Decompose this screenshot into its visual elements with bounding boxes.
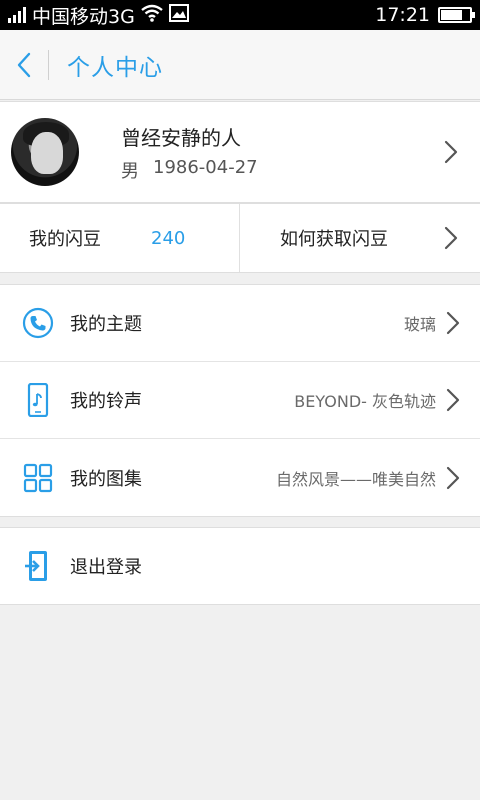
grid-icon <box>22 462 54 494</box>
menu-item-label: 我的图集 <box>70 468 142 490</box>
back-button[interactable] <box>0 30 48 100</box>
wifi-icon <box>141 4 163 27</box>
profile-birthday: 1986-04-27 <box>153 156 258 178</box>
menu-item-value: 玻璃 <box>403 315 436 334</box>
menu-item-label: 我的主题 <box>70 314 142 335</box>
beans-row: 我的闪豆 240 如何获取闪豆 <box>0 203 480 273</box>
carrier-label: 中国移动3G <box>32 5 135 28</box>
menu-item-ringtone[interactable]: 我的铃声 BEYOND- 灰色轨迹 <box>0 362 480 439</box>
chevron-right-icon <box>444 226 458 250</box>
chevron-right-icon <box>446 388 460 412</box>
chevron-left-icon <box>17 52 31 77</box>
menu-list: 我的主题 玻璃 我的铃声 BEYOND- 灰色轨迹 我的图集 自然风景——唯美自… <box>0 284 480 517</box>
avatar <box>11 118 79 186</box>
signal-icon <box>8 7 26 23</box>
menu-item-value: 自然风景——唯美自然 <box>275 469 436 489</box>
chevron-right-icon <box>444 140 458 164</box>
phone-icon <box>22 307 54 339</box>
chevron-right-icon <box>446 466 460 490</box>
battery-icon <box>438 7 475 23</box>
profile-gender: 男 <box>121 160 139 182</box>
logout-label: 退出登录 <box>70 557 142 578</box>
status-bar: 中国移动3G 17:21 <box>0 0 480 30</box>
beans-label: 我的闪豆 <box>29 229 101 250</box>
chevron-right-icon <box>446 311 460 335</box>
menu-item-theme[interactable]: 我的主题 玻璃 <box>0 285 480 362</box>
page-title: 个人中心 <box>67 54 163 81</box>
ringtone-icon <box>22 383 54 417</box>
menu-item-value: BEYOND- 灰色轨迹 <box>294 392 436 411</box>
profile-name: 曾经安静的人 <box>121 125 241 150</box>
beans-count: 240 <box>151 227 186 249</box>
logout-button[interactable]: 退出登录 <box>0 527 480 605</box>
profile-card[interactable]: 曾经安静的人 男 1986-04-27 <box>0 101 480 203</box>
how-to-get-beans[interactable]: 如何获取闪豆 <box>240 204 480 272</box>
title-bar: 个人中心 <box>0 30 480 100</box>
title-divider <box>48 49 49 80</box>
how-to-get-beans-label: 如何获取闪豆 <box>280 229 388 250</box>
menu-item-label: 我的铃声 <box>70 391 142 412</box>
time-label: 17:21 <box>375 4 430 26</box>
menu-item-gallery[interactable]: 我的图集 自然风景——唯美自然 <box>0 439 480 516</box>
logout-icon <box>22 550 54 582</box>
my-beans[interactable]: 我的闪豆 240 <box>0 204 240 272</box>
image-notification-icon <box>168 3 189 27</box>
